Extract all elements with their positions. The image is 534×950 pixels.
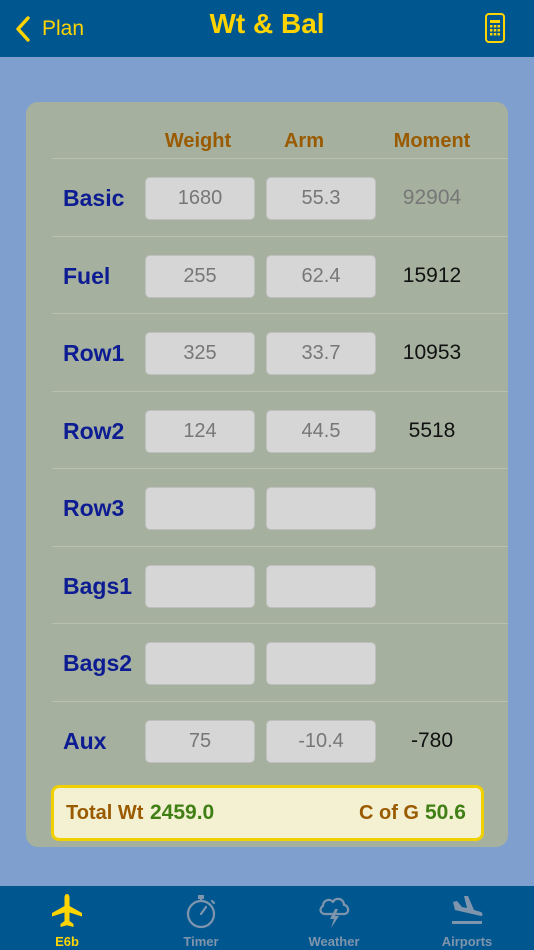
arm-input[interactable]: 33.7 — [266, 332, 376, 375]
tab-e6b[interactable]: E6b — [12, 886, 122, 950]
storm-cloud-icon — [319, 897, 350, 928]
table-row-aux: Aux 75 -10.4 -780 — [52, 701, 508, 779]
row-label: Aux — [63, 728, 107, 754]
total-weight-label: Total Wt — [66, 802, 144, 824]
table-row-bags2: Bags2 — [52, 623, 508, 701]
table-row-row2: Row2 124 44.5 5518 — [52, 391, 508, 469]
row-label: Row2 — [63, 418, 125, 444]
row-label: Row3 — [63, 495, 125, 521]
moment-value: 5518 — [408, 419, 456, 442]
table-row-basic: Basic 1680 55.3 92904 — [52, 158, 508, 236]
tab-bar: E6b Timer Weather Airports — [0, 886, 534, 950]
plane-landing-icon — [452, 896, 483, 924]
arm-input[interactable]: -10.4 — [266, 720, 376, 763]
weight-column-header: Weight — [164, 130, 232, 152]
row-label: Fuel — [63, 263, 111, 289]
weight-input[interactable]: 325 — [145, 332, 255, 375]
weight-input[interactable]: 75 — [145, 720, 255, 763]
row-label: Bags2 — [63, 650, 133, 676]
tab-airports[interactable]: Airports — [412, 886, 522, 950]
row-label: Row1 — [63, 340, 125, 366]
arm-input[interactable] — [266, 487, 376, 530]
table-row-fuel: Fuel 255 62.4 15912 — [52, 236, 508, 314]
moment-value — [382, 624, 482, 702]
arm-input[interactable]: 44.5 — [266, 410, 376, 453]
row-label: Bags1 — [63, 573, 133, 599]
tab-label: Weather — [308, 934, 360, 949]
moment-column-header: Moment — [393, 130, 471, 152]
weight-input[interactable]: 255 — [145, 255, 255, 298]
weight-input[interactable]: 124 — [145, 410, 255, 453]
navigation-bar: Plan Wt & Bal — [0, 0, 534, 57]
weight-input[interactable] — [145, 565, 255, 608]
moment-value: 10953 — [402, 341, 462, 364]
tab-weather[interactable]: Weather — [279, 886, 389, 950]
moment-value — [382, 469, 482, 547]
arm-input[interactable]: 55.3 — [266, 177, 376, 220]
stopwatch-icon — [186, 895, 216, 929]
center-of-gravity-label: C of G — [359, 802, 419, 824]
weight-input[interactable] — [145, 642, 255, 685]
arm-input[interactable] — [266, 565, 376, 608]
totals-box: Total Wt 2459.0 C of G 50.6 — [51, 785, 484, 841]
airplane-icon — [52, 894, 82, 927]
weight-input[interactable] — [145, 487, 255, 530]
moment-value: -780 — [410, 729, 454, 752]
page-title: Wt & Bal — [209, 8, 325, 39]
tab-label: Timer — [183, 934, 219, 949]
weight-input[interactable]: 1680 — [145, 177, 255, 220]
row-label: Basic — [63, 185, 125, 211]
tab-label: E6b — [55, 934, 79, 949]
table-row-row3: Row3 — [52, 468, 508, 546]
weight-balance-panel: Weight Arm Moment Basic 1680 55.3 92904 … — [26, 102, 508, 847]
table-row-row1: Row1 325 33.7 10953 — [52, 313, 508, 391]
tab-timer[interactable]: Timer — [146, 886, 256, 950]
arm-column-header: Arm — [283, 130, 324, 152]
arm-input[interactable]: 62.4 — [266, 255, 376, 298]
phone-icon[interactable] — [484, 12, 506, 44]
moment-value: 15912 — [402, 264, 462, 287]
moment-value: 92904 — [402, 186, 462, 209]
table-row-bags1: Bags1 — [52, 546, 508, 624]
total-weight-value: 2459.0 — [150, 801, 215, 824]
arm-input[interactable] — [266, 642, 376, 685]
moment-value — [382, 547, 482, 625]
tab-label: Airports — [441, 934, 493, 949]
center-of-gravity-value: 50.6 — [425, 801, 466, 824]
